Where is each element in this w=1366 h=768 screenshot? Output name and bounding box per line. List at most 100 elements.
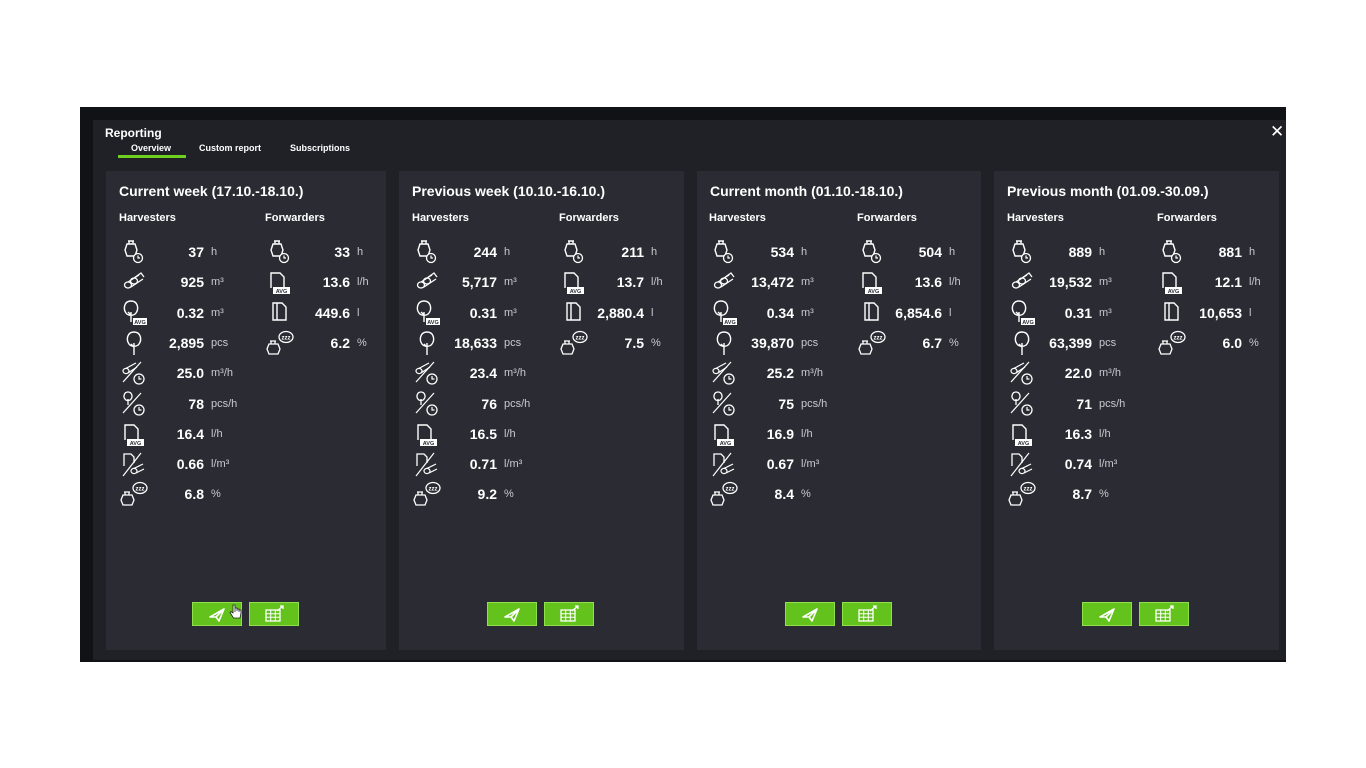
metric-row: AVG 0.31 m³ (1007, 298, 1132, 328)
metric-value: 925 (180, 274, 204, 291)
export-spreadsheet-button[interactable] (544, 602, 594, 626)
metric-row: 2,880.4 l (559, 298, 684, 328)
spreadsheet-export-icon (858, 605, 877, 622)
metric-unit: m³ (1099, 306, 1112, 319)
metric-value: 16.4 (176, 425, 204, 442)
metric-value: 0.31 (469, 304, 497, 321)
metric-value: 33 (334, 244, 350, 260)
metric-value: 0.34 (766, 304, 794, 321)
export-spreadsheet-button[interactable] (249, 602, 299, 626)
metric-row: AVG 16.5 l/h (412, 419, 537, 449)
harvesters-heading: Harvesters (119, 212, 176, 224)
metric-row: 22.0 m³/h (1007, 358, 1132, 388)
metric-value: 6.2 (330, 334, 350, 351)
metric-row: 13,472 m³ (709, 267, 834, 297)
metric-row: AVG 12.1 l/h (1157, 267, 1282, 297)
tab-custom-report[interactable]: Custom report (199, 143, 261, 153)
metric-unit: l (651, 306, 654, 319)
active-tab-indicator (118, 155, 186, 158)
report-panel-current-week: Current week (17.10.-18.10.) Harvesters … (106, 171, 386, 650)
send-icon (504, 608, 520, 622)
metric-row: AVG 0.32 m³ (119, 298, 244, 328)
harvesters-heading: Harvesters (412, 212, 469, 224)
forwarders-heading: Forwarders (265, 212, 325, 224)
metric-row: 881 h (1157, 237, 1282, 267)
metric-unit: m³/h (1099, 367, 1121, 380)
metric-row: zzz 8.7% (1007, 479, 1132, 509)
forwarders-heading: Forwarders (1157, 212, 1217, 224)
metric-unit: l/h (1249, 276, 1261, 289)
metric-unit: l/h (357, 276, 369, 289)
metric-row: 504 h (857, 237, 982, 267)
metric-value: 25.2 (766, 365, 794, 382)
metric-value: 71 (1076, 395, 1092, 412)
export-spreadsheet-button[interactable] (1139, 602, 1189, 626)
metric-value: 0.67 (766, 456, 794, 473)
metric-unit: pcs/h (504, 397, 531, 410)
metric-row: zzz 8.4% (709, 479, 834, 509)
metric-row: 0.74 l/m³ (1007, 449, 1132, 479)
metric-row: 534 h (709, 237, 834, 267)
metric-value: 37 (188, 244, 204, 260)
metric-unit: % (357, 336, 367, 349)
send-button[interactable] (785, 602, 835, 626)
send-button[interactable] (487, 602, 537, 626)
metric-unit: % (801, 488, 811, 501)
tab-overview[interactable]: Overview (131, 143, 171, 153)
metric-unit: % (211, 488, 221, 501)
metric-row: AVG 0.34 m³ (709, 298, 834, 328)
metric-row: zzz 6.8% (119, 479, 244, 509)
metric-row: 0.66 l/m³ (119, 449, 244, 479)
metric-value: 16.3 (1064, 425, 1092, 442)
metric-unit: m³ (211, 306, 224, 319)
send-button[interactable] (1082, 602, 1132, 626)
metric-row: 889 h (1007, 237, 1132, 267)
metric-unit: h (651, 246, 658, 258)
metric-unit: % (1249, 336, 1259, 349)
metric-unit: pcs (211, 336, 229, 349)
metric-row: 449.6 l (265, 298, 390, 328)
metric-row: 71 pcs/h (1007, 389, 1132, 419)
metric-unit: % (651, 336, 661, 349)
metric-row: 18,633 pcs (412, 328, 537, 358)
metric-row: AVG 13.6 l/h (857, 267, 982, 297)
metric-row: zzz 6.2% (265, 328, 390, 358)
report-panel-previous-week: Previous week (10.10.-16.10.) Harvesters… (399, 171, 684, 650)
harvesters-heading: Harvesters (709, 212, 766, 224)
metric-unit: pcs (1099, 336, 1117, 349)
metric-row: 63,399 pcs (1007, 328, 1132, 358)
metric-unit: pcs (801, 336, 819, 349)
metric-value: 22.0 (1064, 365, 1092, 382)
metric-unit: h (949, 246, 956, 258)
metric-unit: m³ (801, 276, 814, 289)
metric-value: 23.4 (469, 365, 497, 382)
hand-cursor-icon (229, 604, 242, 619)
close-button[interactable]: ✕ (1270, 122, 1284, 142)
metric-row: 2,895 pcs (119, 328, 244, 358)
metric-value: 7.5 (624, 334, 644, 351)
metric-row: AVG 16.9 l/h (709, 419, 834, 449)
tab-subscriptions[interactable]: Subscriptions (290, 143, 350, 153)
metric-unit: m³ (1099, 276, 1112, 289)
metric-unit: l/h (801, 427, 813, 440)
window-title: Reporting (105, 126, 162, 140)
metric-row: AVG 16.3 l/h (1007, 419, 1132, 449)
metric-row: AVG 0.31 m³ (412, 298, 537, 328)
metric-value: 889 (1068, 244, 1092, 260)
metric-unit: % (949, 336, 959, 349)
metric-value: 18,633 (454, 334, 497, 351)
harvesters-heading: Harvesters (1007, 212, 1064, 224)
metric-value: 0.74 (1064, 456, 1092, 473)
panel-title: Current month (01.10.-18.10.) (710, 183, 903, 199)
metric-unit: h (357, 246, 364, 258)
metric-unit: l/m³ (211, 458, 230, 471)
metric-unit: m³/h (504, 367, 526, 380)
metric-unit: m³/h (211, 367, 233, 380)
metric-value: 13.7 (616, 274, 644, 291)
metric-value: 6.8 (184, 486, 204, 503)
metric-unit: h (504, 246, 511, 258)
metric-value: 2,895 (168, 334, 204, 351)
export-spreadsheet-button[interactable] (842, 602, 892, 626)
metric-value: 211 (621, 244, 644, 260)
metric-value: 0.66 (176, 456, 204, 473)
